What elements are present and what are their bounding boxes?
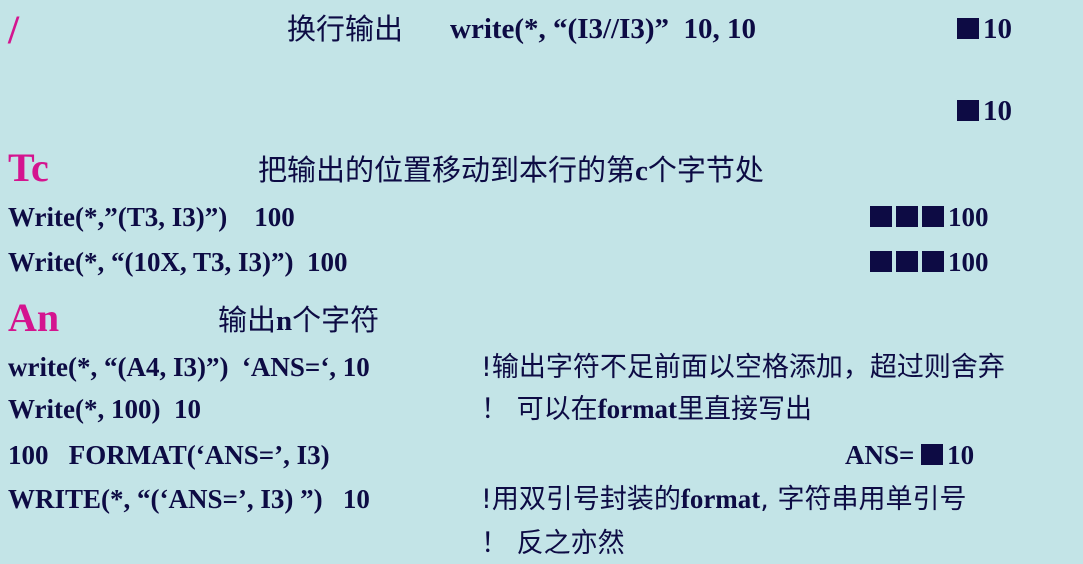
an-line-1-note-text: !输出字符不足前面以空格添加，超过则舍弃 [481,352,1005,383]
tc-description: 把输出的位置移动到本行的第c个字节处 [258,156,764,186]
tc-desc-b: c [635,155,648,187]
tc-example-2: Write(*, “(10X, T3, I3)”) 100 [8,247,348,277]
blank-space-marker [896,251,918,272]
an-line-4-note: !用双引号封装的format, 字符串用单引号 [481,484,967,515]
an-line-4-note-a: !用双引号封装的 [481,484,681,515]
an-desc-c: 个字符 [292,303,380,337]
an-line-2-note: ！ 可以在format里直接写出 [481,394,813,425]
an-line-3-output-value: 10 [947,440,975,470]
an-line-1-code: write(*, “(A4, I3)”) ‘ANS=‘, 10 [8,352,370,382]
blank-space-marker [870,206,892,227]
slash-output-1-value: 10 [983,13,1012,45]
tc-desc-c: 个字节处 [647,153,764,187]
an-line-4-code: WRITE(*, “(‘ANS=’, I3) ”) 10 [8,484,370,514]
slash-example: write(*, “(I3//I3)” 10, 10 [450,13,757,45]
an-line-2-note-a: ！ 可以在 [481,394,598,425]
an-desc-a: 输出 [218,303,277,337]
tc-example-1-value: 100 [948,202,989,232]
slash-output-2: 10 [957,97,1012,126]
an-line-5-note: ！ 反之亦然 [481,530,625,557]
blank-space-marker [922,251,944,272]
tc-example-1-output: 100 [870,204,989,231]
an-line-1-note: !输出字符不足前面以空格添加，超过则舍弃 [481,354,1005,381]
an-line-3-output: ANS= 10 [845,442,974,469]
an-description: 输出n个字符 [218,306,379,336]
tc-example-2-value: 100 [948,247,989,277]
blank-space-marker [922,206,944,227]
an-line-2-code: Write(*, 100) 10 [8,394,201,424]
blank-space-marker [921,444,944,465]
an-line-4-note-c: , 字符串用单引号 [760,484,967,515]
an-line-2-note-c: 里直接写出 [677,394,813,425]
an-line-4-note-b: format [680,484,761,514]
an-line-3-code: 100 FORMAT(‘ANS=’, I3) [8,440,330,470]
tc-code: Tc [8,145,49,190]
tc-desc-a: 把输出的位置移动到本行的第 [258,153,636,187]
tc-example-2-output: 100 [870,249,989,276]
an-line-5-note-text: ！ 反之亦然 [481,528,625,559]
slash-output-2-value: 10 [983,95,1012,127]
tc-example-1: Write(*,”(T3, I3)”) 100 [8,202,295,232]
an-line-3-output-label: ANS= [845,440,915,470]
slash-code: / [8,7,20,52]
blank-space-marker [957,18,979,39]
blank-space-marker [870,251,892,272]
an-code: An [8,295,60,340]
blank-space-marker [896,206,918,227]
slash-description: 换行输出 [287,12,404,46]
an-line-2-note-b: format [597,394,678,424]
blank-space-marker [957,100,979,121]
slash-output-1: 10 [957,15,1012,44]
an-desc-b: n [276,305,293,337]
